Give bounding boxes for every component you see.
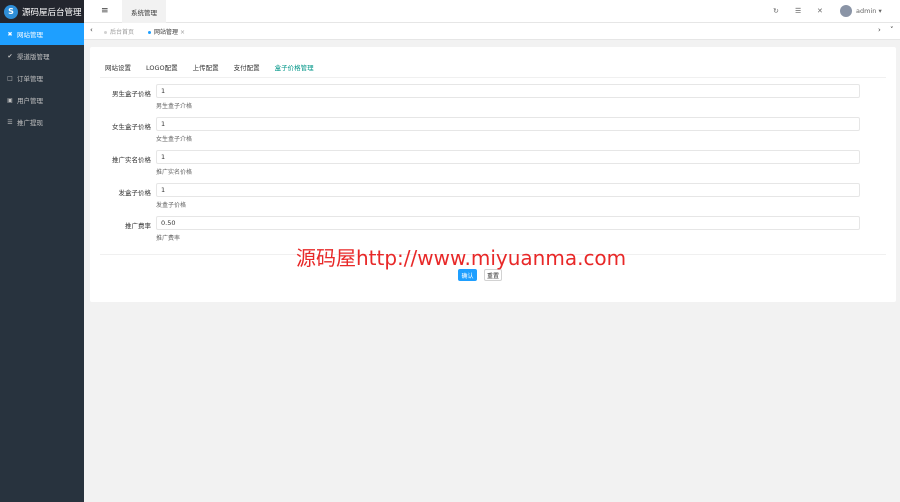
tab-home[interactable]: 后台首页 (104, 27, 134, 36)
field-label: 发盒子价格 (118, 189, 152, 197)
settings-tabs: 网站设置 LOGO配置 上传配置 支付配置 盒子价格管理 (105, 62, 329, 74)
chevron-down-icon: ▾ (878, 7, 882, 15)
male-box-price-input[interactable] (156, 84, 860, 98)
sidebar-item-users[interactable]: ▣ 用户管理 (0, 89, 84, 111)
header: ≡ 系统管理 ↻ ☰ ✕ admin ▾ (84, 0, 900, 23)
logo-icon: S (4, 4, 18, 19)
sidebar-item-orders[interactable]: □ 订单管理 (0, 67, 84, 89)
field-help: 推广费率 (156, 235, 181, 242)
send-box-price-input[interactable] (156, 183, 860, 197)
avatar[interactable] (840, 5, 852, 17)
sidebar-item-label: 网站管理 (17, 31, 43, 39)
field-label: 推广费率 (125, 222, 151, 230)
dot-icon (148, 31, 151, 34)
tab-system[interactable]: 系统管理 (122, 0, 166, 23)
chevron-down-icon[interactable]: ˅ (890, 26, 894, 34)
tab-site-management[interactable]: 网站管理 × (148, 27, 185, 36)
field-label: 男生盒子价格 (112, 90, 151, 98)
list-icon: ☰ (7, 118, 13, 126)
note-icon[interactable]: ☰ (795, 7, 801, 15)
tab-site-settings[interactable]: 网站设置 (105, 62, 131, 74)
field-label: 女生盒子价格 (112, 123, 151, 131)
chevron-left-icon[interactable]: ‹ (90, 26, 93, 34)
chevron-right-icon[interactable]: › (878, 26, 881, 34)
square-icon: □ (7, 74, 13, 82)
divider (100, 77, 886, 78)
tab-site-label: 网站管理 (154, 29, 179, 36)
menu-icon[interactable]: ≡ (101, 6, 109, 16)
user-menu[interactable]: admin ▾ (856, 7, 882, 15)
sidebar: S 源码屋后台管理 ✖ 网站管理 ✔ 渠道版管理 □ 订单管理 ▣ 用户管理 ☰… (0, 0, 84, 502)
female-box-price-input[interactable] (156, 117, 860, 131)
close-icon[interactable]: × (180, 29, 185, 36)
username: admin (856, 7, 877, 15)
close-icon: ✖ (7, 30, 13, 38)
sidebar-item-label: 订单管理 (17, 75, 43, 83)
page-tabs-bar: ‹ 后台首页 网站管理 × › ˅ (84, 23, 900, 40)
field-label: 推广实名价格 (112, 156, 151, 164)
tab-logo-config[interactable]: LOGO配置 (146, 62, 178, 74)
user-icon: ▣ (7, 96, 13, 104)
promo-realname-price-input[interactable] (156, 150, 860, 164)
sidebar-item-label: 推广提现 (17, 119, 43, 127)
logo-text: 源码屋后台管理 (22, 7, 82, 18)
tab-upload-config[interactable]: 上传配置 (193, 62, 219, 74)
field-help: 发盒子价格 (156, 202, 187, 209)
sidebar-item-label: 渠道版管理 (17, 53, 50, 61)
tab-home-label: 后台首页 (110, 29, 135, 36)
promo-rate-input[interactable] (156, 216, 860, 230)
watermark: 源码屋http://www.miyuanma.com (296, 246, 627, 270)
field-help: 女生盒子介格 (156, 136, 193, 143)
tab-payment-config[interactable]: 支付配置 (234, 62, 260, 74)
sidebar-item-withdraw[interactable]: ☰ 推广提现 (0, 111, 84, 133)
sidebar-item-channel[interactable]: ✔ 渠道版管理 (0, 45, 84, 67)
check-icon: ✔ (7, 52, 13, 60)
tab-box-price[interactable]: 盒子价格管理 (275, 62, 314, 74)
refresh-icon[interactable]: ↻ (773, 7, 779, 15)
fullscreen-icon[interactable]: ✕ (817, 7, 823, 15)
field-help: 推广实名价格 (156, 169, 193, 176)
logo[interactable]: S 源码屋后台管理 (0, 0, 84, 23)
field-help: 男生盒子介格 (156, 103, 193, 110)
dot-icon (104, 31, 107, 34)
sidebar-item-label: 用户管理 (17, 97, 43, 105)
sidebar-item-site[interactable]: ✖ 网站管理 (0, 23, 84, 45)
